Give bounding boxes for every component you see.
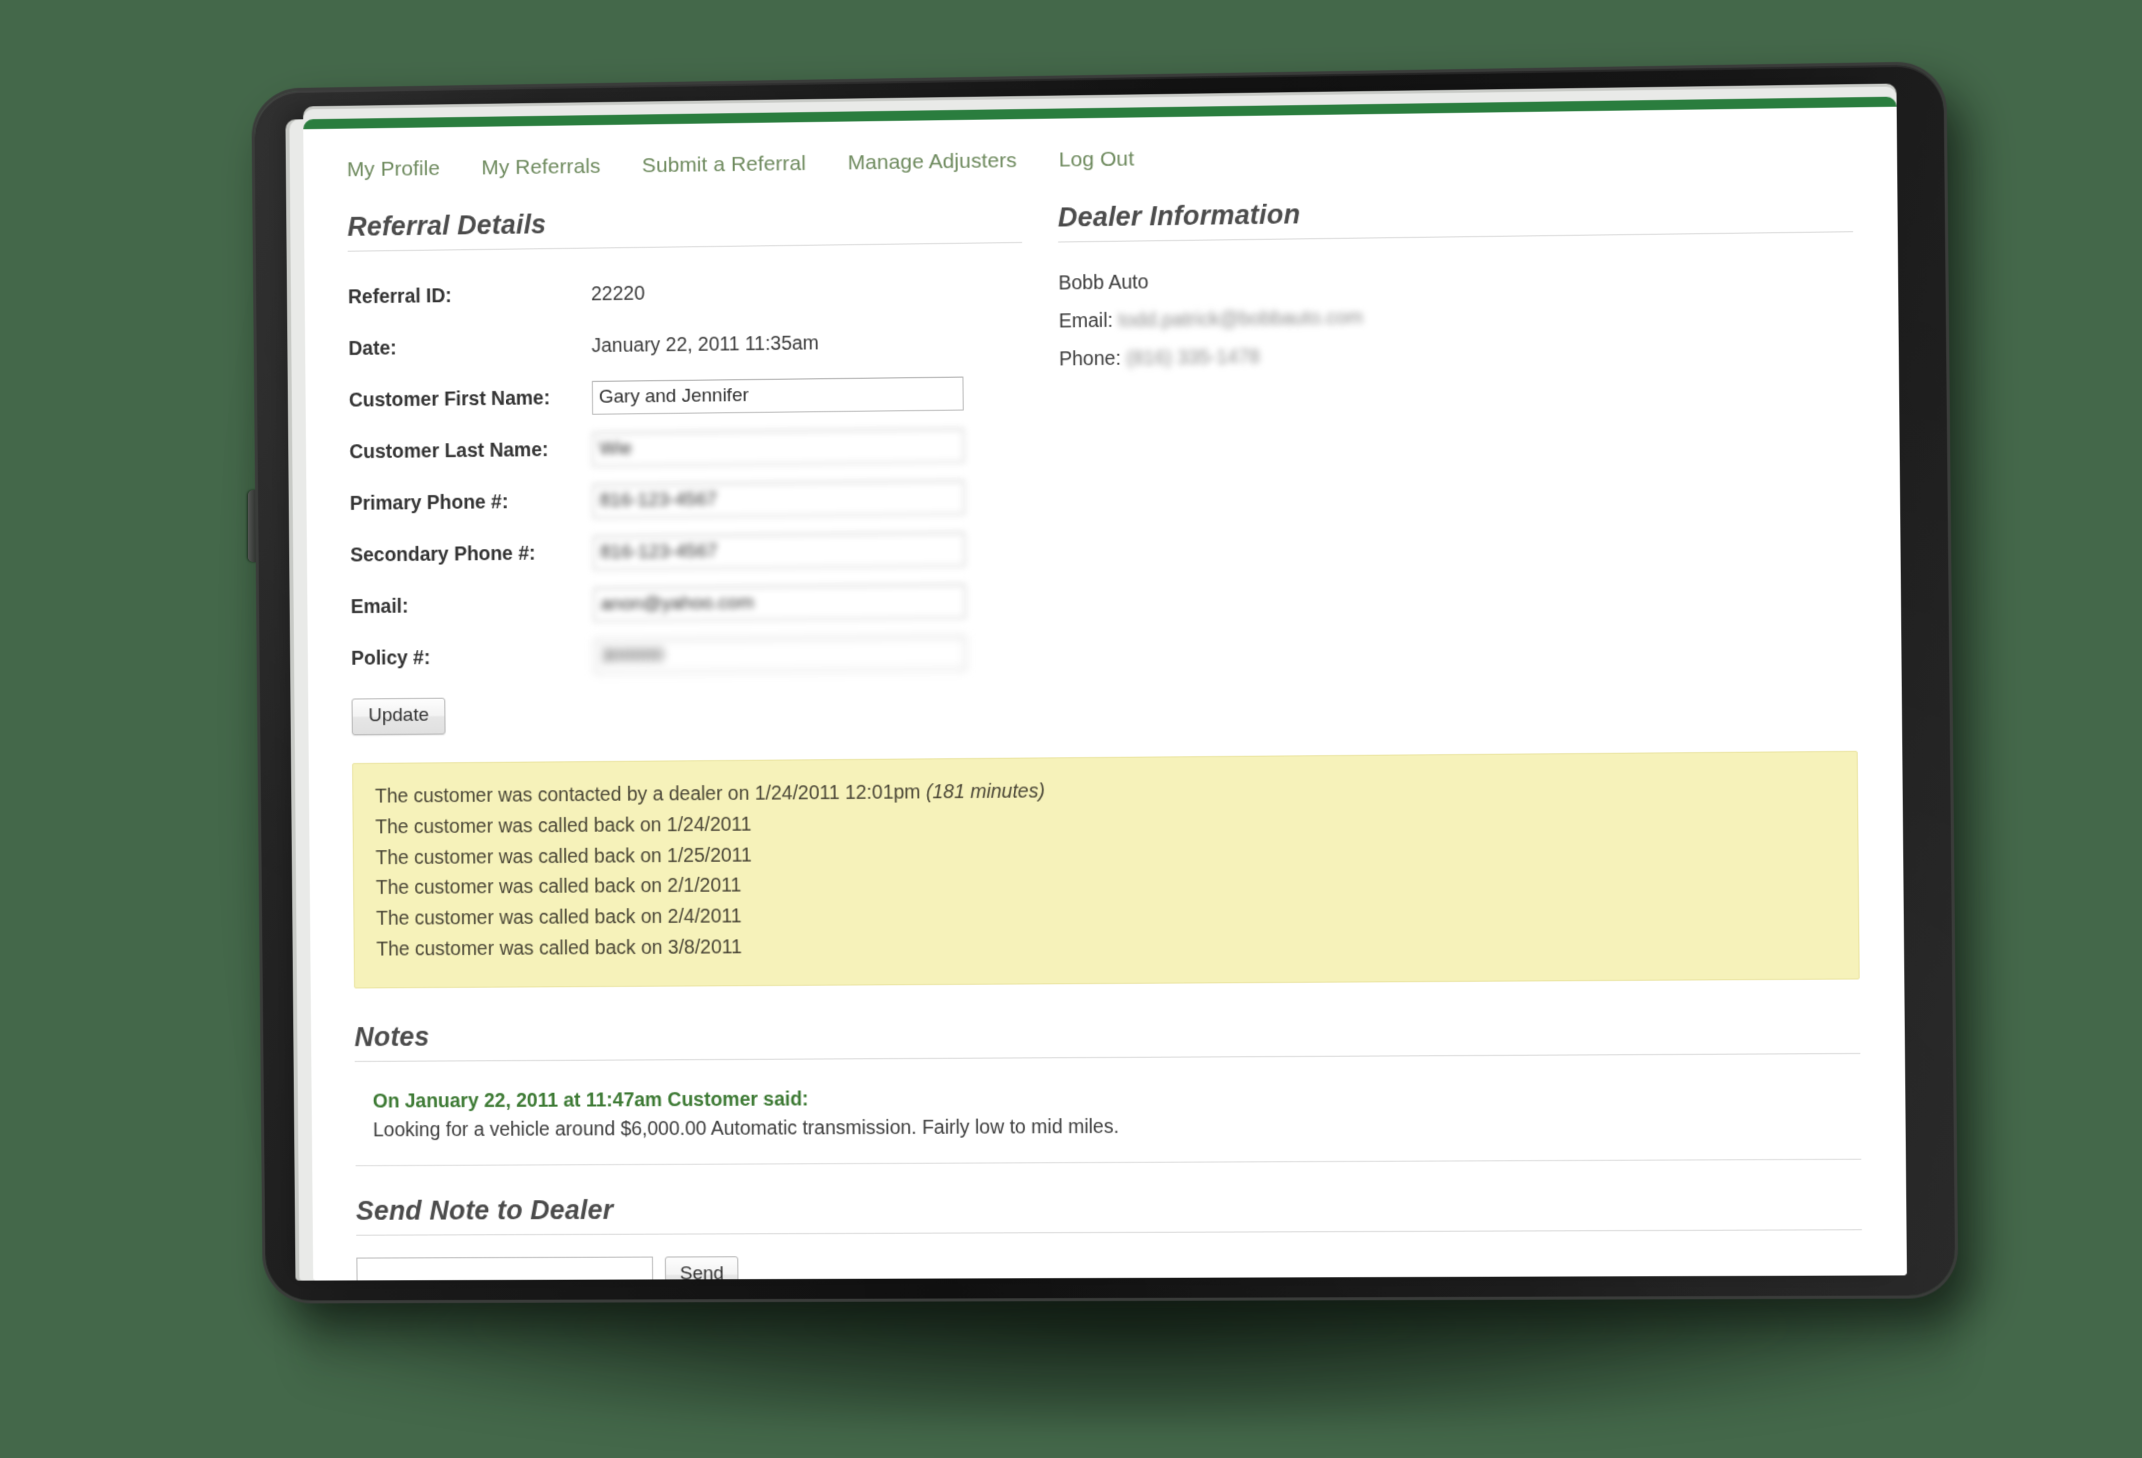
field-label-referral-id: Referral ID: (347, 284, 452, 308)
field-value-referral-id: 22220 (590, 282, 645, 305)
send-note-input[interactable] (356, 1256, 654, 1281)
field-label-date: Date: (348, 337, 397, 360)
send-note-section: Send Note to Dealer Send (355, 1190, 1863, 1281)
tablet-side-button[interactable] (248, 490, 258, 562)
dealer-information-heading: Dealer Information (1057, 191, 1854, 243)
nav-item-submit-a-referral[interactable]: Submit a Referral (642, 152, 806, 178)
referral-details-fields: Referral ID: 22220 Date: January 22, 201… (348, 263, 1026, 685)
field-value-date: January 22, 2011 11:35am (591, 331, 819, 357)
referral-details-panel: Referral Details Referral ID: 22220 Date… (347, 203, 1026, 736)
nav-item-log-out[interactable]: Log Out (1059, 147, 1135, 172)
secondary-phone-input[interactable] (593, 532, 966, 571)
web-page: My Profile My Referrals Submit a Referra… (303, 106, 1907, 1281)
field-label-primary-phone: Primary Phone #: (349, 490, 509, 515)
send-note-heading: Send Note to Dealer (355, 1190, 1862, 1237)
customer-first-name-input[interactable] (591, 376, 964, 415)
field-label-email: Email: (350, 595, 409, 618)
field-row-policy-number: Policy #: (351, 627, 1026, 685)
field-row-customer-first-name: Customer First Name: (349, 367, 1024, 427)
dealer-email-value: todd.patrick@bobbauto.com (1118, 306, 1364, 332)
upper-columns: Referral Details Referral ID: 22220 Date… (347, 191, 1858, 736)
field-row-email: Email: (351, 575, 1026, 633)
note-entry: On January 22, 2011 at 11:47am Customer … (354, 1079, 1862, 1167)
field-label-customer-last-name: Customer Last Name: (349, 438, 549, 463)
notes-heading: Notes (354, 1013, 1861, 1062)
field-row-secondary-phone: Secondary Phone #: (350, 523, 1025, 582)
activity-log-duration: (181 minutes) (925, 780, 1045, 804)
email-input[interactable] (593, 584, 966, 622)
dealer-phone-value: (816) 335-1478 (1126, 346, 1260, 370)
dealer-phone-label: Phone: (1059, 347, 1121, 371)
field-row-date: Date: January 22, 2011 11:35am (348, 315, 1023, 375)
activity-log-text: The customer was contacted by a dealer o… (374, 781, 927, 808)
field-row-customer-last-name: Customer Last Name: (349, 419, 1024, 478)
dealer-email-label: Email: (1058, 309, 1114, 333)
tablet-screen: My Profile My Referrals Submit a Referra… (303, 96, 1907, 1281)
primary-phone-input[interactable] (592, 480, 965, 519)
update-button[interactable]: Update (351, 697, 446, 736)
scene: My Profile My Referrals Submit a Referra… (0, 0, 2142, 1458)
nav-item-manage-adjusters[interactable]: Manage Adjusters (848, 149, 1017, 175)
referral-details-heading: Referral Details (347, 203, 1023, 252)
field-label-customer-first-name: Customer First Name: (348, 386, 551, 412)
note-entry-body: Looking for a vehicle around $6,000.00 A… (372, 1115, 1120, 1142)
customer-last-name-input[interactable] (592, 428, 965, 467)
field-row-primary-phone: Primary Phone #: (350, 471, 1025, 530)
nav-item-my-profile[interactable]: My Profile (347, 157, 440, 182)
send-note-button[interactable]: Send (664, 1256, 739, 1281)
dealer-information-body: Bobb Auto Email: todd.patrick@bobbauto.c… (1058, 254, 1854, 378)
field-row-referral-id: Referral ID: 22220 (348, 263, 1023, 323)
dealer-information-panel: Dealer Information Bobb Auto Email: todd… (1022, 191, 1858, 730)
field-label-secondary-phone: Secondary Phone #: (350, 542, 536, 566)
policy-number-input[interactable] (594, 636, 967, 674)
activity-log-box: The customer was contacted by a dealer o… (352, 750, 1860, 989)
nav-item-my-referrals[interactable]: My Referrals (481, 155, 600, 181)
field-label-policy-number: Policy #: (351, 646, 431, 670)
notes-section: Notes On January 22, 2011 at 11:47am Cus… (354, 1013, 1862, 1167)
